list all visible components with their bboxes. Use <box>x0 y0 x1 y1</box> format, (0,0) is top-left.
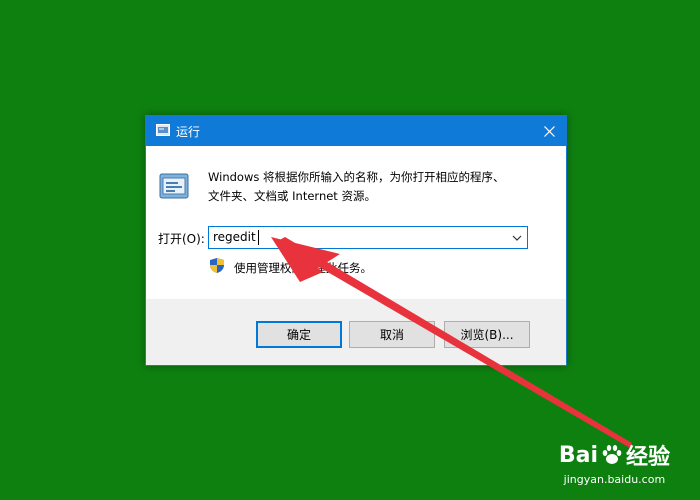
dialog-title: 运行 <box>176 125 201 139</box>
run-icon <box>159 173 189 199</box>
run-app-icon <box>156 124 170 136</box>
watermark-url: jingyan.baidu.com <box>563 473 666 486</box>
run-dialog: 运行 Windows 将根据你所输入的名称，为你打开相应的程序、 文件夹、文档或… <box>145 115 567 366</box>
chevron-down-icon[interactable] <box>511 232 523 244</box>
ok-button[interactable]: 确定 <box>256 321 342 348</box>
button-bar: 确定 取消 浏览(B)... <box>146 299 566 365</box>
close-button[interactable] <box>532 116 566 146</box>
watermark: Bai 经验 jingyan.baidu.com <box>559 439 670 487</box>
paw-icon <box>602 445 622 464</box>
logo-text-right: 经验 <box>625 445 670 470</box>
command-input[interactable]: regedit <box>213 230 256 244</box>
browse-button[interactable]: 浏览(B)... <box>444 321 530 348</box>
dialog-content: Windows 将根据你所输入的名称，为你打开相应的程序、 文件夹、文档或 In… <box>146 146 566 299</box>
open-label: 打开(O): <box>158 232 205 246</box>
shield-icon <box>210 258 224 273</box>
description-line-2: 文件夹、文档或 Internet 资源。 <box>208 189 376 203</box>
title-bar[interactable]: 运行 <box>146 116 566 146</box>
baidu-jingyan-logo: Bai 经验 <box>559 439 670 471</box>
admin-notice: 使用管理权限创建此任务。 <box>234 261 372 275</box>
command-combobox[interactable]: regedit <box>208 226 528 249</box>
close-icon <box>543 125 555 137</box>
logo-text-left: Bai <box>558 442 598 468</box>
description: Windows 将根据你所输入的名称，为你打开相应的程序、 文件夹、文档或 In… <box>208 168 548 206</box>
text-caret <box>258 230 259 245</box>
description-line-1: Windows 将根据你所输入的名称，为你打开相应的程序、 <box>208 170 505 184</box>
cancel-button[interactable]: 取消 <box>349 321 435 348</box>
